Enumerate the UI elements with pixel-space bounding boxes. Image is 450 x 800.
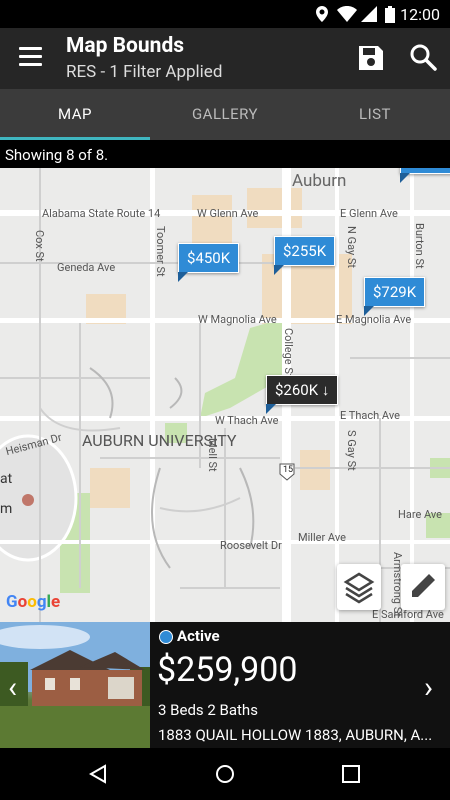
map-label-roosevelt: Roosevelt Dr bbox=[220, 539, 282, 552]
tab-map[interactable]: MAP bbox=[0, 89, 150, 140]
home-icon[interactable] bbox=[215, 764, 235, 784]
map-label-cox-st: Cox St bbox=[33, 230, 46, 262]
map-label-n-gay: N Gay St bbox=[345, 226, 358, 269]
map-view[interactable]: Auburn Alabama State Route 14 W Glenn Av… bbox=[0, 168, 450, 622]
next-listing-chevron-icon[interactable]: › bbox=[424, 670, 433, 705]
map-label-s-gay: S Gay St bbox=[345, 430, 358, 471]
results-count: Showing 8 of 8. bbox=[0, 140, 450, 168]
google-logo: Google bbox=[6, 592, 61, 612]
app-bar: Map Bounds RES - 1 Filter Applied bbox=[0, 28, 450, 89]
save-icon[interactable] bbox=[357, 44, 385, 72]
price-pin-729k[interactable]: $729K bbox=[364, 277, 426, 316]
back-icon[interactable] bbox=[88, 764, 108, 784]
clock: 12:00 bbox=[400, 5, 440, 24]
filter-subtitle: RES - 1 Filter Applied bbox=[66, 62, 223, 82]
tab-gallery[interactable]: GALLERY bbox=[150, 89, 300, 140]
map-label-w-magnolia: W Magnolia Ave bbox=[198, 313, 277, 326]
hamburger-menu-icon[interactable] bbox=[19, 47, 42, 67]
map-label-auburn-university: AUBURN UNIVERSITY bbox=[82, 431, 237, 450]
listing-details: 3 Beds 2 Baths bbox=[158, 701, 258, 719]
price-pin-260k-reduced[interactable]: $260K ↓ bbox=[266, 375, 339, 414]
map-label-geneda: Geneda Ave bbox=[57, 261, 116, 274]
location-icon bbox=[316, 6, 328, 22]
battery-icon bbox=[385, 6, 395, 23]
map-layers-button[interactable] bbox=[337, 564, 381, 610]
listing-photo[interactable]: ‹ bbox=[0, 622, 150, 748]
pencil-icon bbox=[412, 574, 435, 597]
map-canvas bbox=[0, 168, 450, 622]
route-15-label: 15 bbox=[283, 465, 294, 475]
listing-card[interactable]: ‹ Active $259,900 3 Beds 2 Baths 1883 QU… bbox=[0, 622, 450, 748]
map-label-w-glenn: W Glenn Ave bbox=[197, 207, 259, 220]
map-label-e-glenn: E Glenn Ave bbox=[340, 207, 398, 220]
map-label-auburn: Auburn bbox=[292, 171, 347, 191]
tab-list[interactable]: LIST bbox=[300, 89, 450, 140]
android-nav-bar bbox=[0, 748, 450, 800]
listing-price: $259,900 bbox=[157, 650, 298, 690]
map-label-route14: Alabama State Route 14 bbox=[42, 207, 161, 220]
price-pin-offscreen[interactable] bbox=[400, 168, 450, 183]
price-pin-450k[interactable]: $450K bbox=[178, 243, 240, 282]
price-pin-255k[interactable]: $255K bbox=[274, 236, 336, 275]
map-draw-button[interactable] bbox=[401, 564, 445, 610]
map-label-stadium-b: m bbox=[0, 501, 13, 517]
status-bar: 12:00 bbox=[0, 0, 450, 28]
wifi-icon bbox=[337, 6, 357, 22]
listing-status: Active bbox=[177, 627, 220, 645]
recents-icon[interactable] bbox=[342, 765, 360, 783]
previous-listing-chevron-icon[interactable]: ‹ bbox=[8, 670, 17, 705]
map-label-hare: Hare Ave bbox=[398, 508, 443, 521]
map-label-college-st: College St bbox=[282, 328, 295, 378]
map-label-w-thach: W Thach Ave bbox=[215, 414, 279, 427]
tab-bar: MAP GALLERY LIST bbox=[0, 89, 450, 140]
map-label-e-thach: E Thach Ave bbox=[340, 409, 400, 422]
status-indicator-icon bbox=[159, 630, 173, 644]
search-icon[interactable] bbox=[409, 43, 437, 71]
page-title: Map Bounds bbox=[66, 34, 185, 58]
listing-address: 1883 QUAIL HOLLOW 1883, AUBURN, A... bbox=[158, 726, 433, 744]
map-label-stadium-a: at bbox=[0, 471, 13, 487]
map-label-miller: Miller Ave bbox=[298, 531, 346, 544]
map-label-burton: Burton St bbox=[413, 223, 426, 269]
house-image bbox=[0, 622, 150, 748]
map-label-mell-st: Mell St bbox=[206, 438, 219, 472]
signal-icon bbox=[361, 6, 377, 22]
map-label-toomer-st: Toomer St bbox=[154, 226, 167, 277]
layers-icon bbox=[343, 572, 375, 604]
